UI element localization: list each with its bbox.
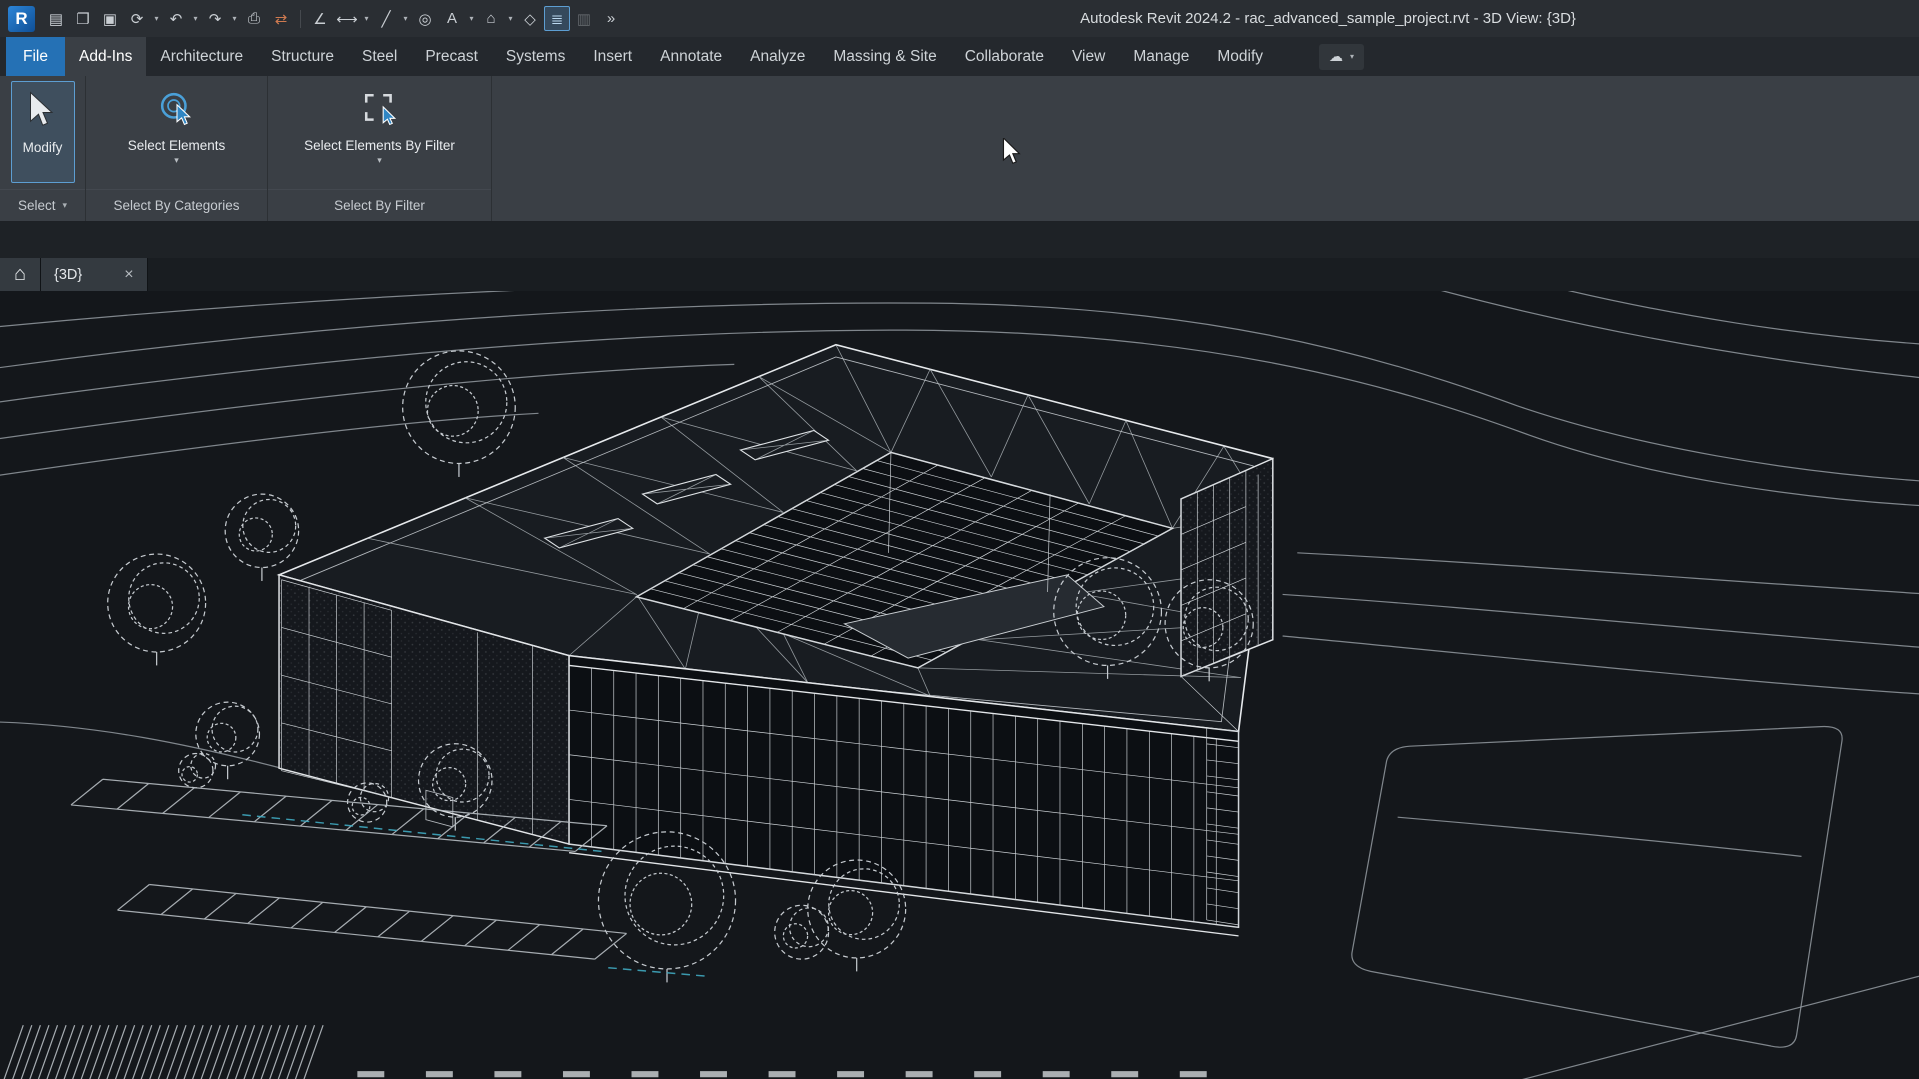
dropdown-caret[interactable]: ▾ <box>361 6 372 31</box>
select-elements-by-filter-button[interactable]: Select Elements By Filter ▾ <box>275 81 485 166</box>
panel-title-select[interactable]: Select ▾ <box>0 189 85 221</box>
ribbon-tab-collaborate[interactable]: Collaborate <box>951 37 1058 76</box>
view-tab-3d[interactable]: {3D} × <box>41 258 148 291</box>
dropdown-caret[interactable]: ▾ <box>505 6 516 31</box>
save-icon[interactable]: ▣ <box>97 6 123 31</box>
aligned-dimension-icon[interactable]: ⟷ <box>334 6 360 31</box>
close-inactive-views-icon[interactable]: ▥ <box>571 6 597 31</box>
panel-title-select-by-categories: Select By Categories <box>86 189 267 221</box>
panel-title-select-by-filter: Select By Filter <box>268 189 491 221</box>
close-icon[interactable]: × <box>124 267 133 283</box>
chevron-down-icon: ▾ <box>174 156 179 165</box>
dropdown-caret[interactable]: ▾ <box>151 6 162 31</box>
tag-icon[interactable]: ◎ <box>412 6 438 31</box>
select-elements-label: Select Elements <box>128 138 226 153</box>
window-title: Autodesk Revit 2024.2 - rac_advanced_sam… <box>745 10 1911 27</box>
chevron-down-icon: ▾ <box>63 200 68 211</box>
undo-icon[interactable]: ↶ <box>163 6 189 31</box>
ribbon-tab-add-ins[interactable]: Add-Ins <box>65 37 146 76</box>
measure-icon[interactable]: ∠ <box>307 6 333 31</box>
dropdown-caret[interactable]: ▾ <box>190 6 201 31</box>
ribbon-tab-steel[interactable]: Steel <box>348 37 411 76</box>
revit-logo-icon[interactable]: R <box>8 6 35 32</box>
text-icon[interactable]: A <box>439 6 465 31</box>
ribbon-tab-row: FileAdd-InsArchitectureStructureSteelPre… <box>6 37 1277 76</box>
ribbon-tab-modify[interactable]: Modify <box>1203 37 1277 76</box>
title-bar: R ▤❐▣⟳▾↶▾↷▾⎙⇄∠⟷▾╱▾◎A▾⌂▾◇≣▥» Autodesk Rev… <box>0 0 1919 37</box>
toolbar-separator <box>300 10 301 28</box>
panel-title-label: Select By Filter <box>334 198 425 213</box>
thin-lines-icon[interactable]: ≣ <box>544 6 570 31</box>
redo-icon[interactable]: ↷ <box>202 6 228 31</box>
view-tab-label: {3D} <box>54 267 82 283</box>
ribbon-empty-area <box>492 76 1919 221</box>
journal-icon[interactable]: ▤ <box>43 6 69 31</box>
select-elements-button[interactable]: Select Elements ▾ <box>97 81 257 166</box>
chevron-down-icon: ▾ <box>377 156 382 165</box>
ribbon-tab-manage[interactable]: Manage <box>1119 37 1203 76</box>
ribbon-tab-file[interactable]: File <box>6 37 65 76</box>
quick-access-toolbar: ▤❐▣⟳▾↶▾↷▾⎙⇄∠⟷▾╱▾◎A▾⌂▾◇≣▥» <box>43 6 624 31</box>
ribbon-tab-annotate[interactable]: Annotate <box>646 37 736 76</box>
ribbon-tab-bar: FileAdd-InsArchitectureStructureSteelPre… <box>0 37 1919 76</box>
print-icon[interactable]: ⎙ <box>241 6 267 31</box>
default-3d-view-icon[interactable]: ⌂ <box>478 6 504 31</box>
ribbon-tab-systems[interactable]: Systems <box>492 37 579 76</box>
ribbon-tab-view[interactable]: View <box>1058 37 1119 76</box>
viewport-3d[interactable] <box>0 291 1919 1079</box>
ribbon-tab-precast[interactable]: Precast <box>411 37 492 76</box>
panel-title-label: Select <box>18 198 56 213</box>
building-wireframe <box>279 345 1273 936</box>
sync-with-central-icon[interactable]: ⟳ <box>124 6 150 31</box>
select-by-filter-icon <box>362 91 398 127</box>
ribbon-tab-architecture[interactable]: Architecture <box>146 37 257 76</box>
chevron-down-icon: ▾ <box>1350 52 1354 61</box>
ribbon-tab-structure[interactable]: Structure <box>257 37 348 76</box>
modify-button-label: Modify <box>23 140 63 155</box>
view-tab-bar: ⌂ {3D} × <box>0 258 1919 291</box>
select-elements-icon <box>159 91 195 127</box>
dropdown-caret[interactable]: ▾ <box>229 6 240 31</box>
modify-button[interactable]: Modify <box>11 81 75 183</box>
panel-title-label: Select By Categories <box>113 198 239 213</box>
ribbon-tab-analyze[interactable]: Analyze <box>736 37 819 76</box>
model-line-icon[interactable]: ╱ <box>373 6 399 31</box>
home-icon: ⌂ <box>14 263 26 286</box>
cloud-account-button[interactable]: ☁ ▾ <box>1319 44 1364 70</box>
section-icon[interactable]: ◇ <box>517 6 543 31</box>
panel-select-by-filter: Select Elements By Filter ▾ Select By Fi… <box>268 76 492 221</box>
drawing-area[interactable] <box>0 291 1919 1079</box>
ribbon-panel-area: Modify Select ▾ Select Elements ▾ Select… <box>0 76 1919 222</box>
dropdown-caret[interactable]: ▾ <box>400 6 411 31</box>
ribbon-tab-massing-site[interactable]: Massing & Site <box>819 37 950 76</box>
options-bar <box>0 222 1919 258</box>
panel-select-by-categories: Select Elements ▾ Select By Categories <box>86 76 268 221</box>
dropdown-caret[interactable]: ▾ <box>466 6 477 31</box>
panel-select: Modify Select ▾ <box>0 76 86 221</box>
cloud-icon: ☁ <box>1329 48 1343 65</box>
home-view-button[interactable]: ⌂ <box>0 258 41 291</box>
select-elements-by-filter-label: Select Elements By Filter <box>304 138 455 153</box>
ribbon-tab-insert[interactable]: Insert <box>579 37 646 76</box>
expand-toolbar-icon[interactable]: » <box>598 6 624 31</box>
open-icon[interactable]: ❐ <box>70 6 96 31</box>
transfer-icon[interactable]: ⇄ <box>268 6 294 31</box>
modify-cursor-icon <box>28 91 58 129</box>
